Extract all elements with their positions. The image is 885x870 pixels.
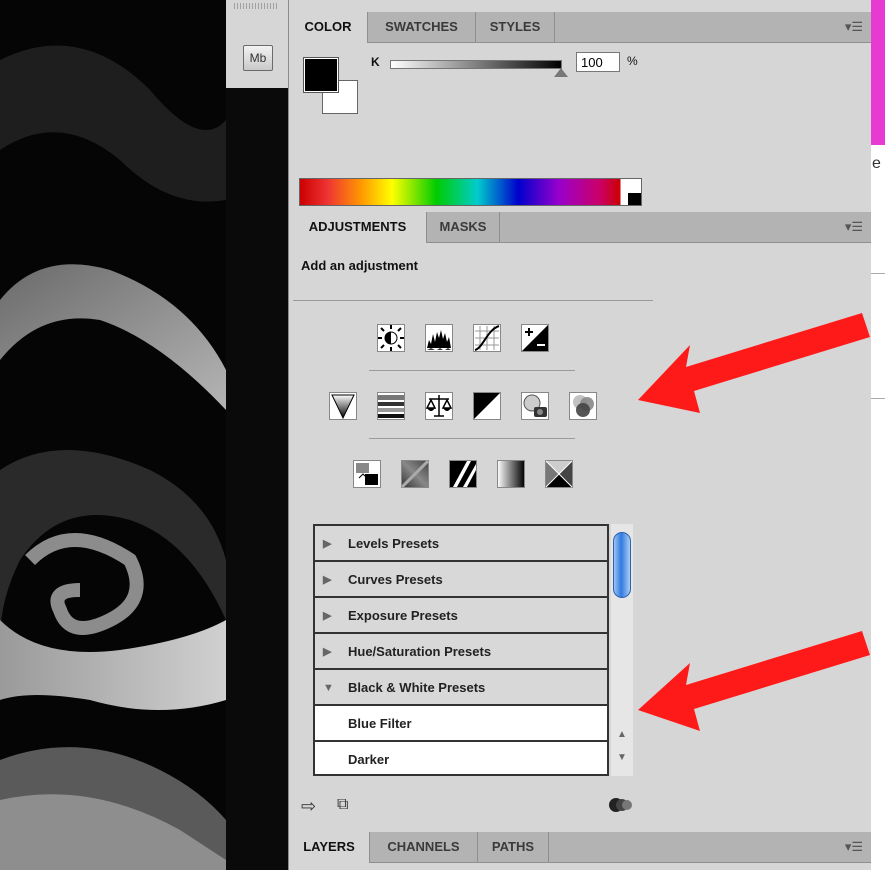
expand-view-icon[interactable]: ⧉ xyxy=(337,796,348,814)
tab-styles[interactable]: STYLES xyxy=(476,12,555,42)
curves-icon[interactable] xyxy=(473,324,501,352)
color-balance-icon[interactable] xyxy=(425,392,453,420)
list-item[interactable]: Blue Filter xyxy=(315,706,607,742)
photo-filter-icon[interactable] xyxy=(521,392,549,420)
scroll-up-arrow-icon[interactable]: ▲ xyxy=(617,729,627,740)
panel-menu-icon[interactable]: ▾☰ xyxy=(845,19,863,35)
red-arrow-icon xyxy=(638,631,870,731)
k-unit-label: % xyxy=(627,54,638,68)
panel-menu-icon[interactable]: ▾☰ xyxy=(845,839,863,855)
tab-color[interactable]: COLOR xyxy=(289,12,368,43)
return-arrow-icon[interactable]: ⇨ xyxy=(301,796,316,817)
panel-menu-icon[interactable]: ▾☰ xyxy=(845,219,863,235)
invert-icon[interactable] xyxy=(353,460,381,488)
hue-saturation-icon[interactable] xyxy=(377,392,405,420)
pink-area xyxy=(870,0,885,145)
background-text: e xyxy=(872,155,881,172)
clip-to-layer-icon[interactable] xyxy=(609,796,633,819)
black-swatch[interactable] xyxy=(628,193,641,205)
tab-masks[interactable]: MASKS xyxy=(427,212,500,242)
list-item[interactable]: ▶ Curves Presets xyxy=(315,562,607,598)
divider xyxy=(870,398,885,399)
threshold-icon[interactable] xyxy=(449,460,477,488)
foreground-color-swatch[interactable] xyxy=(303,57,339,93)
list-item[interactable]: ▶ Levels Presets xyxy=(315,526,607,562)
color-spectrum-ramp[interactable] xyxy=(299,178,642,206)
vibrance-icon[interactable] xyxy=(329,392,357,420)
selective-color-icon[interactable] xyxy=(545,460,573,488)
brightness-contrast-icon[interactable] xyxy=(377,324,405,352)
tab-adjustments[interactable]: ADJUSTMENTS xyxy=(289,212,427,243)
expand-triangle-icon[interactable]: ▶ xyxy=(323,634,331,670)
layers-panel-tabbar: LAYERS CHANNELS PATHS ▾☰ xyxy=(289,832,871,863)
posterize-icon[interactable] xyxy=(401,460,429,488)
k-slider[interactable] xyxy=(390,60,562,69)
canvas-strip xyxy=(226,88,288,870)
divider xyxy=(369,370,575,371)
expand-triangle-icon[interactable]: ▶ xyxy=(323,526,331,562)
divider xyxy=(870,273,885,274)
mini-bridge-button[interactable]: Mb xyxy=(243,45,273,71)
red-arrow-icon xyxy=(638,313,870,413)
gradient-map-icon[interactable] xyxy=(497,460,525,488)
exposure-icon[interactable] xyxy=(521,324,549,352)
rose-photo xyxy=(0,0,226,870)
divider xyxy=(293,300,653,301)
expand-triangle-icon[interactable]: ▶ xyxy=(323,562,331,598)
expand-triangle-icon[interactable]: ▶ xyxy=(323,598,331,634)
levels-icon[interactable] xyxy=(425,324,453,352)
color-panel-tabbar: COLOR SWATCHES STYLES ▾☰ xyxy=(289,12,871,43)
divider xyxy=(369,438,575,439)
add-adjustment-heading: Add an adjustment xyxy=(301,258,419,273)
tab-swatches[interactable]: SWATCHES xyxy=(368,12,476,42)
tab-paths[interactable]: PATHS xyxy=(478,832,549,862)
scroll-down-arrow-icon[interactable]: ▼ xyxy=(617,752,627,763)
black-white-icon[interactable] xyxy=(473,392,501,420)
adjustments-panel-tabbar: ADJUSTMENTS MASKS ▾☰ xyxy=(289,212,871,243)
adjustments-footer: ⇨ ⧉ xyxy=(289,790,871,830)
k-channel-label: K xyxy=(371,55,380,69)
dock-grip[interactable] xyxy=(234,3,278,9)
k-slider-thumb[interactable] xyxy=(554,68,568,77)
collapsed-panel-dock: Mb xyxy=(226,0,289,88)
document-background: e xyxy=(870,0,885,870)
list-item[interactable]: ▼ Black & White Presets xyxy=(315,670,607,706)
scrollbar-thumb[interactable] xyxy=(613,532,631,598)
tab-channels[interactable]: CHANNELS xyxy=(370,832,478,862)
presets-list: ▶ Levels Presets ▶ Curves Presets ▶ Exposur… xyxy=(313,524,609,776)
list-item[interactable]: Darker xyxy=(315,742,607,774)
k-value-input[interactable] xyxy=(576,52,620,72)
list-item[interactable]: ▶ Exposure Presets xyxy=(315,598,607,634)
collapse-triangle-icon[interactable]: ▼ xyxy=(323,670,334,706)
list-item[interactable]: ▶ Hue/Saturation Presets xyxy=(315,634,607,670)
channel-mixer-icon[interactable] xyxy=(569,392,597,420)
tab-layers[interactable]: LAYERS xyxy=(289,832,370,863)
